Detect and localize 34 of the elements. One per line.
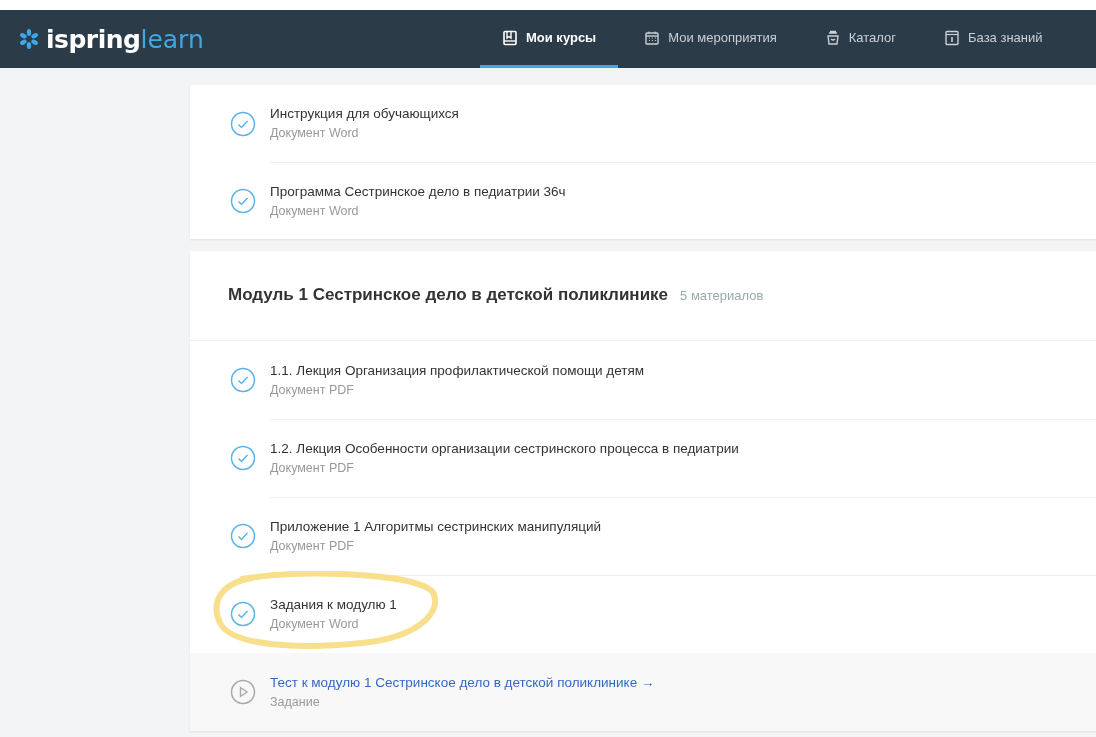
check-circle-icon [230,110,256,137]
nav-tab[interactable]: Мои мероприятия [622,10,799,68]
tab-icon [502,29,518,46]
logo-text: ispring [46,24,141,54]
check-circle-icon [230,523,256,549]
materials-count: 5 материалов [680,288,764,303]
tab-icon [644,29,661,46]
material-title[interactable]: 1.1. Лекция Организация профилактической помощи детям [270,362,1096,378]
nav-tab[interactable]: Мои курсы [480,10,619,68]
tab-icon [824,29,841,46]
material-title[interactable]: Задания к модулю 1 [270,596,1096,612]
logo-product-text: learn [140,24,204,54]
play-circle-icon [230,679,256,705]
material-type: Задание [270,695,321,709]
material-title[interactable]: Программа Сестринское дело в педиатрии 36ч [270,183,1096,199]
nav-tab[interactable]: Каталог [802,10,919,68]
material-title[interactable]: Инструкция для обучающихся [270,106,1096,121]
logo-icon [18,28,40,50]
check-circle-icon [230,601,256,627]
material-type: Документ Word [270,203,360,218]
material-type: Документ PDF [270,538,355,553]
check-circle-icon [230,367,256,393]
task-link[interactable]: Тест к модулю 1 Сестринское дело в детской поликлинике → [270,675,1096,690]
material-type: Документ PDF [270,460,355,475]
material-title[interactable]: 1.2. Лекция Особенности организации сестринского процесса в педиатрии [270,440,1096,456]
material-type: Документ Word [270,126,360,140]
material-title[interactable]: Приложение 1 Алгоритмы сестринских манипуляций [270,518,1096,534]
nav-tab[interactable]: База знаний [922,10,1065,68]
material-type: Документ PDF [270,382,355,397]
check-circle-icon [230,445,256,471]
tab-icon [944,29,961,46]
material-type: Документ Word [270,616,360,631]
check-circle-icon [230,187,256,214]
module-title: Модуль 1 Сестринское дело в детской поликлинике [228,285,669,305]
